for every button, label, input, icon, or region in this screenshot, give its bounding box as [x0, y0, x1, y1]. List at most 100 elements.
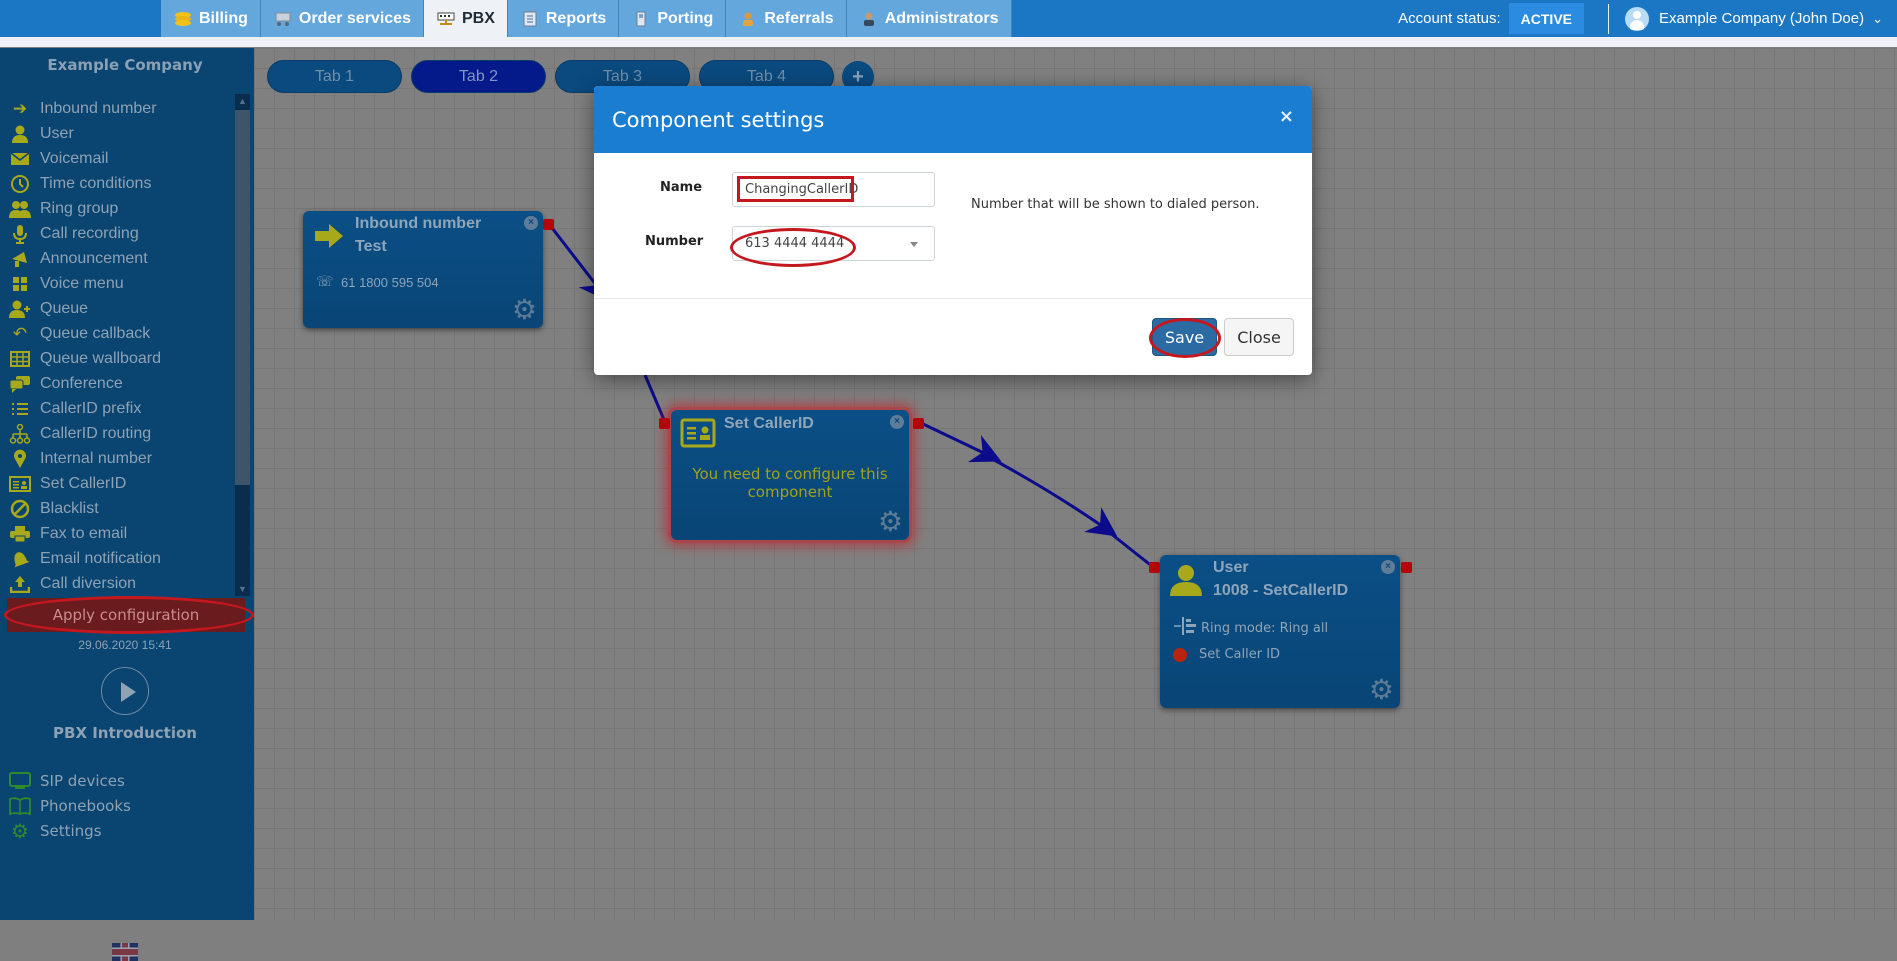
- monitor-icon: [8, 771, 32, 791]
- sidebar-item-label: Voice menu: [40, 274, 124, 292]
- canvas-tab-2[interactable]: Tab 2: [411, 60, 546, 93]
- input-port[interactable]: [1149, 562, 1160, 573]
- gear-icon[interactable]: ⚙: [878, 508, 903, 536]
- output-port[interactable]: [913, 418, 924, 429]
- sidebar-links: SIP devices Phonebooks ⚙ Settings: [8, 768, 230, 843]
- top-navigation-bar: Billing Order services PBX Reports Porti…: [0, 0, 1897, 38]
- sidebar-item-label: Fax to email: [40, 524, 128, 542]
- account-status-badge: ACTIVE: [1508, 3, 1584, 34]
- scrollbar-thumb[interactable]: [235, 110, 250, 485]
- sidebar-item-label: CallerID prefix: [40, 399, 142, 417]
- sidebar-item-settings[interactable]: ⚙ Settings: [8, 818, 230, 843]
- number-select[interactable]: 613 4444 4444: [732, 226, 935, 261]
- sidebar-item-internal-number[interactable]: Internal number: [8, 446, 230, 471]
- sidebar-item-queue[interactable]: Queue: [8, 296, 230, 321]
- pbx-icon: [436, 10, 456, 28]
- sidebar-item-label: Inbound number: [40, 99, 157, 117]
- sidebar-item-label: User: [40, 124, 74, 142]
- sidebar-item-call-recording[interactable]: Call recording: [8, 221, 230, 246]
- gear-icon[interactable]: ⚙: [512, 296, 537, 324]
- admin-icon: [859, 10, 879, 28]
- account-area: Account status: ACTIVE Example Company (…: [1398, 0, 1897, 37]
- sidebar-item-label: Time conditions: [40, 174, 152, 192]
- chat-icon: [8, 374, 32, 394]
- nav-tab-porting[interactable]: Porting: [619, 0, 727, 37]
- clock-icon: [8, 174, 32, 194]
- user-menu-label[interactable]: Example Company (John Doe): [1659, 10, 1864, 27]
- sidebar-item-inbound-number[interactable]: ➔ Inbound number: [8, 96, 230, 121]
- main-nav-tabs: Billing Order services PBX Reports Porti…: [161, 0, 1012, 38]
- help-text: Number that will be shown to dialed pers…: [971, 197, 1260, 212]
- sidebar-item-time-conditions[interactable]: Time conditions: [8, 171, 230, 196]
- nav-tab-pbx[interactable]: PBX: [423, 0, 508, 38]
- sidebar-item-conference[interactable]: Conference: [8, 371, 230, 396]
- cart-icon: [273, 10, 293, 28]
- component-settings-dialog: Component settings × Name ChangingCaller…: [594, 86, 1312, 375]
- printer-icon: [8, 524, 32, 544]
- name-input[interactable]: ChangingCallerID: [732, 172, 935, 207]
- sitemap-icon: [8, 423, 32, 444]
- node-name: 1008 - SetCallerID: [1213, 582, 1349, 599]
- dropdown-caret-icon: [910, 242, 918, 247]
- sidebar-item-sip-devices[interactable]: SIP devices: [8, 768, 230, 793]
- sidebar-item-announcement[interactable]: Announcement: [8, 246, 230, 271]
- output-port[interactable]: [1401, 562, 1412, 573]
- sidebar-item-blacklist[interactable]: Blacklist: [8, 496, 230, 521]
- status-label: Set Caller ID: [1199, 647, 1281, 662]
- sidebar-item-label: Email notification: [40, 549, 161, 567]
- nav-tab-order-services[interactable]: Order services: [260, 0, 424, 37]
- sidebar-item-phonebooks[interactable]: Phonebooks: [8, 793, 230, 818]
- sidebar-item-voice-menu[interactable]: Voice menu: [8, 271, 230, 296]
- node-inbound-number[interactable]: Inbound number Test × ☏ 61 1800 595 504 …: [303, 211, 543, 328]
- sidebar-item-fax-to-email[interactable]: Fax to email: [8, 521, 230, 546]
- sidebar: Example Company ➔ Inbound number User Voi…: [0, 48, 254, 961]
- nav-tab-reports[interactable]: Reports: [507, 0, 620, 37]
- save-button[interactable]: Save: [1152, 318, 1217, 356]
- sidebar-item-label: Call recording: [40, 224, 139, 242]
- uk-flag-icon[interactable]: [112, 943, 138, 961]
- input-port[interactable]: [659, 418, 670, 429]
- play-icon[interactable]: [101, 667, 149, 715]
- node-user[interactable]: User 1008 - SetCallerID × Ring mode: Rin…: [1160, 555, 1400, 708]
- canvas-tab-1[interactable]: Tab 1: [267, 60, 402, 93]
- sidebar-item-email-notification[interactable]: Email notification: [8, 546, 230, 571]
- sidebar-item-user[interactable]: User: [8, 121, 230, 146]
- sidebar-item-callerid-prefix[interactable]: CallerID prefix: [8, 396, 230, 421]
- close-icon[interactable]: ×: [1381, 560, 1395, 574]
- sidebar-item-set-callerid[interactable]: Set CallerID: [8, 471, 230, 496]
- coins-icon: [173, 10, 193, 28]
- pbx-introduction-link[interactable]: PBX Introduction: [0, 724, 250, 742]
- sidebar-item-call-diversion[interactable]: Call diversion: [8, 571, 230, 596]
- sidebar-item-voicemail[interactable]: Voicemail: [8, 146, 230, 171]
- output-port[interactable]: [543, 219, 554, 230]
- avatar-icon[interactable]: [1625, 6, 1649, 31]
- nav-tab-referrals[interactable]: Referrals: [726, 0, 847, 37]
- close-icon[interactable]: ×: [890, 415, 904, 429]
- sidebar-scrollbar[interactable]: ▲ ▼: [235, 94, 250, 596]
- gear-icon[interactable]: ⚙: [1369, 676, 1394, 704]
- close-button[interactable]: Close: [1224, 318, 1294, 356]
- scroll-down-icon[interactable]: ▼: [235, 582, 250, 596]
- bell-icon: [8, 549, 32, 569]
- component-palette: ➔ Inbound number User Voicemail Time cond…: [8, 96, 230, 596]
- close-icon[interactable]: ×: [1279, 106, 1294, 127]
- nav-tab-administrators[interactable]: Administrators: [846, 0, 1012, 37]
- sidebar-item-callerid-routing[interactable]: CallerID routing: [8, 421, 230, 446]
- sidebar-item-label: Queue callback: [40, 324, 151, 342]
- sidebar-item-label: Internal number: [40, 449, 153, 467]
- node-set-callerid[interactable]: Set CallerID × You need to configure thi…: [671, 410, 909, 540]
- status-row: Set Caller ID: [1173, 647, 1280, 662]
- dialog-title: Component settings: [612, 107, 825, 132]
- close-icon[interactable]: ×: [524, 216, 538, 230]
- nav-tab-billing[interactable]: Billing: [161, 0, 261, 37]
- user-icon: [8, 124, 32, 144]
- chevron-down-icon[interactable]: ⌄: [1872, 11, 1883, 27]
- number-label: Number: [645, 234, 704, 249]
- sidebar-item-label: Announcement: [40, 249, 148, 267]
- apply-configuration-button[interactable]: Apply configuration: [7, 598, 245, 632]
- scroll-up-icon[interactable]: ▲: [235, 94, 250, 108]
- sidebar-item-queue-wallboard[interactable]: Queue wallboard: [8, 346, 230, 371]
- telephone-icon: ☏: [316, 273, 334, 289]
- sidebar-item-queue-callback[interactable]: ↶ Queue callback: [8, 321, 230, 346]
- sidebar-item-ring-group[interactable]: Ring group: [8, 196, 230, 221]
